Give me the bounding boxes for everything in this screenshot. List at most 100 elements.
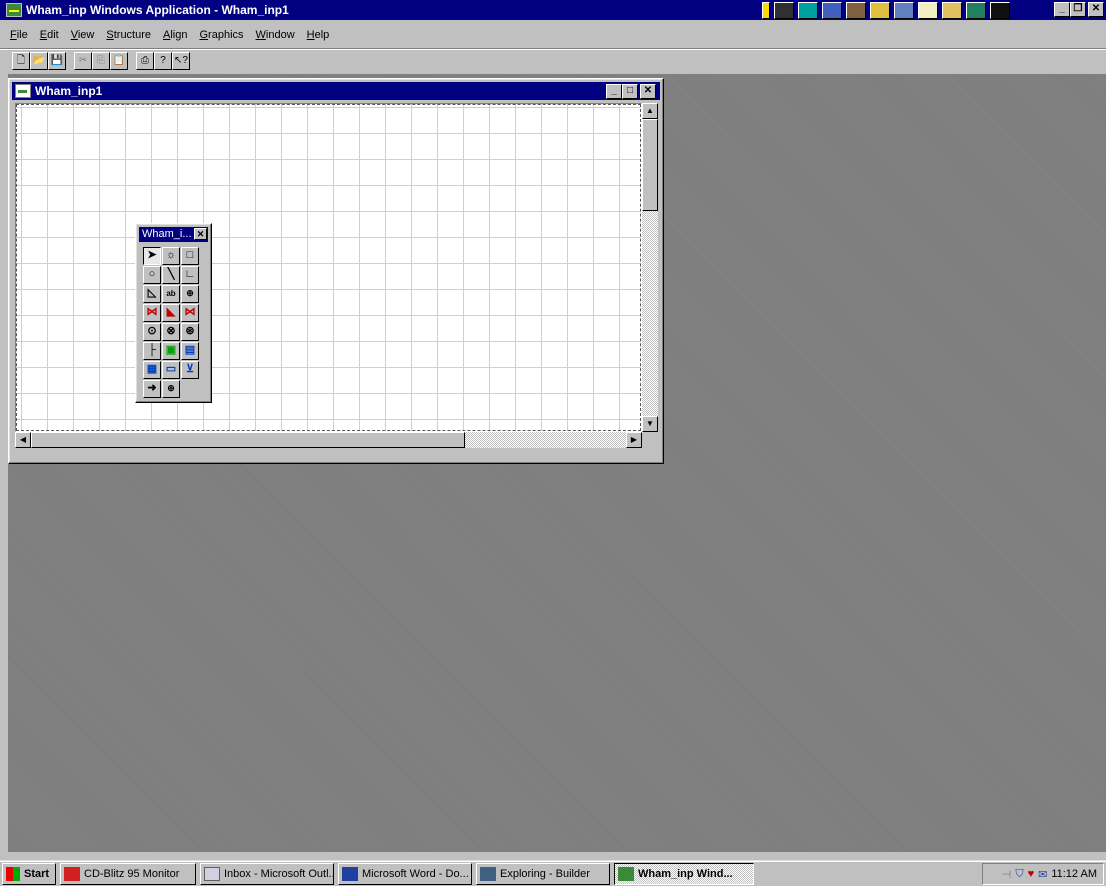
pump-icon[interactable]: ⊙ <box>143 323 161 341</box>
surge-tank-icon[interactable]: ⊻ <box>181 361 199 379</box>
context-help-icon[interactable]: ↖? <box>172 51 190 70</box>
node-icon[interactable]: ☼ <box>162 247 180 265</box>
shortcut-notes-icon[interactable] <box>918 2 938 19</box>
inbox-icon <box>204 866 220 881</box>
menu-align[interactable]: Align <box>157 28 193 46</box>
wham-app-icon <box>618 866 634 881</box>
minimize-button[interactable]: _ <box>1054 2 1070 17</box>
app-title-bar[interactable]: Wham_inp Windows Application - Wham_inp1… <box>0 0 1106 20</box>
scroll-right-arrow-icon[interactable]: ▶ <box>626 432 642 448</box>
scroll-left-arrow-icon[interactable]: ◀ <box>15 432 31 448</box>
tool-palette: Wham_i... ✕ ➤ ☼ □ ○ ╲ ∟ ◺ ab ⊕ ⋈ ◣ ⋈ ⊙ ⊗… <box>135 223 212 403</box>
drawing-canvas[interactable] <box>15 103 642 432</box>
copy-icon[interactable]: ⎘ <box>92 51 110 70</box>
task-cd-blitz[interactable]: CD-Blitz 95 Monitor <box>60 862 196 885</box>
network-icon[interactable]: ⊣ <box>1002 868 1012 881</box>
gate-valve-icon[interactable]: ⋈ <box>143 304 161 322</box>
restore-button[interactable]: ❐ <box>1070 2 1086 17</box>
menu-access-key: V <box>70 29 78 41</box>
document-window-controls: _ □ ✕ <box>606 84 656 99</box>
mail-icon[interactable]: ✉ <box>1038 868 1047 881</box>
palette-close-button[interactable]: ✕ <box>194 228 207 240</box>
polyline-icon[interactable]: ◺ <box>143 285 161 303</box>
menu-edit[interactable]: Edit <box>34 28 65 46</box>
task-wham-inp[interactable]: Wham_inp Wind... <box>614 862 754 885</box>
compressor-icon[interactable]: ⊛ <box>181 323 199 341</box>
close-button[interactable]: ✕ <box>1088 2 1104 17</box>
control-valve-icon[interactable]: ⋈ <box>181 304 199 322</box>
shortcut-key-icon[interactable] <box>870 2 890 19</box>
shortcut-globe-icon[interactable] <box>966 2 986 19</box>
open-folder-icon[interactable]: 📂 <box>30 51 48 70</box>
horizontal-scroll-thumb[interactable] <box>31 432 465 448</box>
clock[interactable]: 11:12 AM <box>1051 868 1097 880</box>
pointer-select-icon[interactable]: ➤ <box>143 247 161 265</box>
shortcut-clock-icon[interactable] <box>990 2 1010 19</box>
menu-help[interactable]: Help <box>301 28 336 46</box>
save-disk-icon[interactable]: 💾 <box>48 51 66 70</box>
horizontal-scrollbar[interactable]: ◀ ▶ <box>15 432 642 448</box>
task-exploring-builder[interactable]: Exploring - Builder <box>476 862 610 885</box>
cut-icon[interactable]: ✂ <box>74 51 92 70</box>
windows-logo-icon <box>6 866 20 881</box>
menu-graphics[interactable]: Graphics <box>193 28 249 46</box>
toolbar: 🗋 📂 💾 ✂ ⎘ 📋 ⎙ ? ↖? <box>0 48 1106 72</box>
junction-icon[interactable]: ▣ <box>162 342 180 360</box>
menu-label-rest: tructure <box>113 29 152 41</box>
new-document-icon[interactable]: 🗋 <box>12 51 30 70</box>
shortcut-tools-icon[interactable] <box>846 2 866 19</box>
dead-end-icon[interactable]: ├ <box>143 342 161 360</box>
document-maximize-button[interactable]: □ <box>622 84 638 99</box>
paste-icon[interactable]: 📋 <box>110 51 128 70</box>
menu-bar: File Edit View Structure Align Graphics Window… <box>0 28 335 46</box>
right-angle-line-icon[interactable]: ∟ <box>181 266 199 284</box>
circle-icon[interactable]: ○ <box>143 266 161 284</box>
flow-arrow-icon[interactable]: ➜ <box>143 380 161 398</box>
menu-file[interactable]: File <box>4 28 34 46</box>
document-icon[interactable] <box>15 84 31 98</box>
document-close-button[interactable]: ✕ <box>640 84 656 99</box>
task-label: Exploring - Builder <box>500 867 590 880</box>
document-minimize-button[interactable]: _ <box>606 84 622 99</box>
scroll-down-arrow-icon[interactable]: ▼ <box>642 416 658 432</box>
vertical-scrollbar[interactable]: ▲ ▼ <box>642 103 658 432</box>
menu-label-rest: lign <box>170 29 188 41</box>
menu-structure[interactable]: Structure <box>100 28 157 46</box>
menu-label-rest: dit <box>47 29 59 41</box>
shortcut-folder-icon[interactable] <box>942 2 962 19</box>
rectangle-icon[interactable]: □ <box>181 247 199 265</box>
crosshair-icon[interactable]: ⊕ <box>162 380 180 398</box>
menu-access-key: E <box>39 29 48 41</box>
tank-icon[interactable]: ▦ <box>143 361 161 379</box>
printer-icon[interactable]: ⎙ <box>136 51 154 70</box>
check-valve-icon[interactable]: ◣ <box>162 304 180 322</box>
text-label-icon[interactable]: ab <box>162 285 180 303</box>
help-question-icon[interactable]: ? <box>154 51 172 70</box>
task-outlook-inbox[interactable]: Inbox - Microsoft Outl... <box>200 862 334 885</box>
menu-view[interactable]: View <box>65 28 101 46</box>
app-icon[interactable] <box>6 3 22 17</box>
shortcut-bar-handle-icon[interactable] <box>762 2 770 19</box>
shield-icon[interactable]: ⛉ <box>1015 868 1023 881</box>
heart-icon[interactable]: ♥ <box>1028 868 1035 880</box>
start-button[interactable]: Start <box>2 862 56 885</box>
app-window-controls: _ ❐ ✕ <box>1054 2 1104 17</box>
shortcut-excel-icon[interactable] <box>798 2 818 19</box>
chamber-icon[interactable]: ▭ <box>162 361 180 379</box>
shortcut-office-icon[interactable] <box>774 2 794 19</box>
office-shortcut-bar <box>762 2 1010 19</box>
reservoir-icon[interactable]: ▤ <box>181 342 199 360</box>
node-link-icon[interactable]: ⊕ <box>181 285 199 303</box>
system-tray: ⊣ ⛉ ♥ ✉ 11:12 AM <box>982 863 1104 885</box>
scroll-up-arrow-icon[interactable]: ▲ <box>642 103 658 119</box>
turbine-icon[interactable]: ⊗ <box>162 323 180 341</box>
vertical-scroll-thumb[interactable] <box>642 119 658 211</box>
menu-window[interactable]: Window <box>250 28 301 46</box>
size-grip-icon[interactable] <box>642 432 658 448</box>
taskbar: Start CD-Blitz 95 Monitor Inbox - Micros… <box>0 860 1106 886</box>
line-icon[interactable]: ╲ <box>162 266 180 284</box>
document-title-bar[interactable]: Wham_inp1 _ □ ✕ <box>12 82 660 100</box>
shortcut-contacts-icon[interactable] <box>894 2 914 19</box>
shortcut-powerpoint-icon[interactable] <box>822 2 842 19</box>
task-microsoft-word[interactable]: Microsoft Word - Do... <box>338 862 472 885</box>
